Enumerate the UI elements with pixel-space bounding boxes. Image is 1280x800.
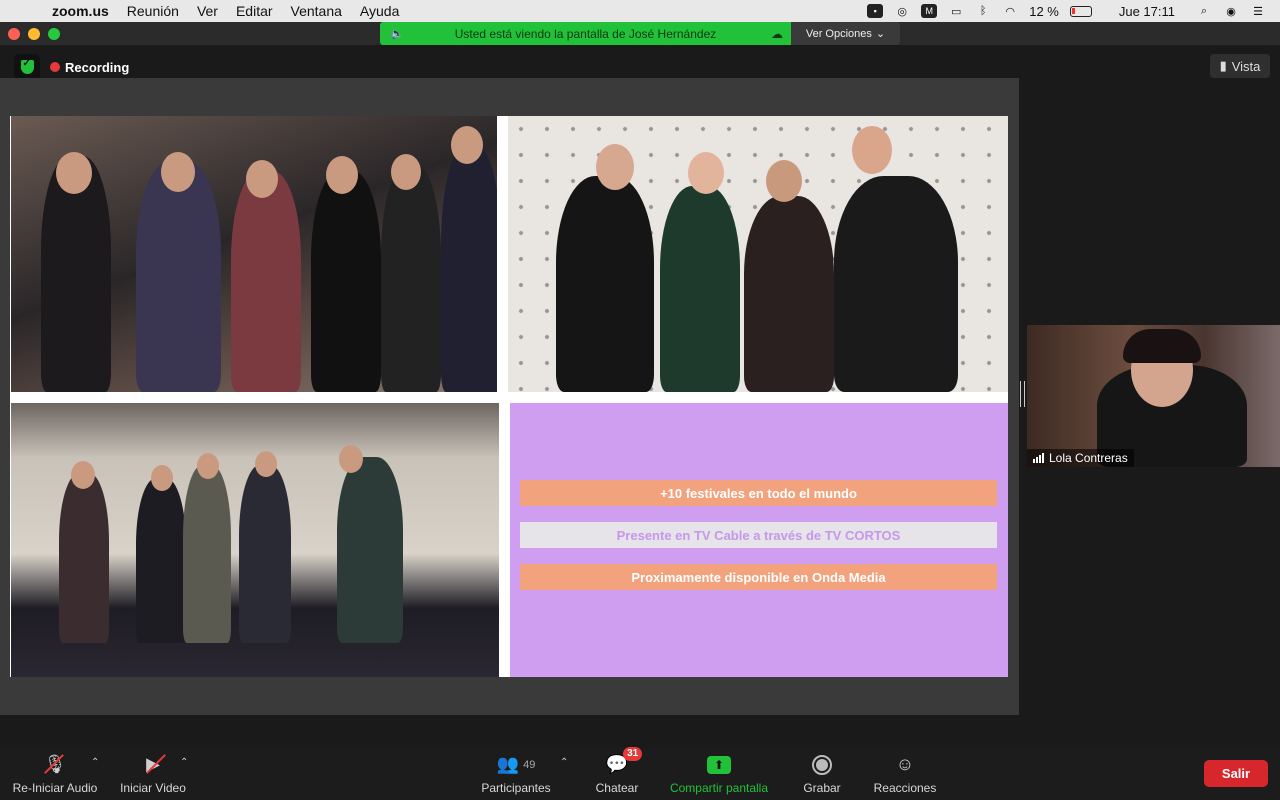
video-button[interactable]: ▶ Iniciar Video xyxy=(118,747,188,800)
video-camera-off-icon: ▶ xyxy=(146,753,160,777)
battery-icon[interactable] xyxy=(1069,5,1092,17)
creative-cloud-icon[interactable]: ◎ xyxy=(894,4,910,18)
airplay-icon[interactable]: ▭ xyxy=(948,4,964,18)
wifi-icon[interactable]: ◠ xyxy=(1002,4,1018,18)
clock[interactable]: Jue 17:11 xyxy=(1119,4,1175,19)
slide-info-panel: +10 festivales en todo el mundo Presente… xyxy=(510,403,1008,677)
participants-button[interactable]: 👥 49 Participantes xyxy=(476,747,556,800)
view-button-label: Vista xyxy=(1231,58,1261,74)
menu-ayuda[interactable]: Ayuda xyxy=(360,3,399,19)
speaker-icon: 🔈 xyxy=(390,28,404,40)
recording-label: Recording xyxy=(65,59,130,75)
zoom-tray-icon[interactable]: ▪ xyxy=(867,4,884,18)
battery-percent: 12 % xyxy=(1029,3,1059,19)
presentation-slide: +10 festivales en todo el mundo Presente… xyxy=(10,116,1008,677)
slide-bullet-onda-media: Proximamente disponible en Onda Media xyxy=(520,564,997,590)
panel-resize-handle[interactable] xyxy=(1020,381,1025,407)
window-titlebar: 🔈 Usted está viendo la pantalla de José … xyxy=(0,22,1280,45)
slide-bullet-tv-cable: Presente en TV Cable a través de TV CORT… xyxy=(520,522,997,548)
participants-icon: 👥 49 xyxy=(496,754,536,774)
record-icon xyxy=(812,754,832,775)
participants-options-chevron-icon[interactable]: ⌃ xyxy=(560,757,568,768)
siri-icon[interactable]: ◉ xyxy=(1223,4,1239,18)
fullscreen-window-button[interactable] xyxy=(48,28,60,40)
meeting-toolbar: 🎙 Re-Iniciar Audio ⌃ ▶ Iniciar Video ⌃ 👥… xyxy=(0,746,1280,800)
record-label: Grabar xyxy=(803,780,841,795)
menu-app-name[interactable]: zoom.us xyxy=(52,3,109,19)
menu-reunion[interactable]: Reunión xyxy=(127,3,179,19)
m-app-icon[interactable]: M xyxy=(921,4,938,18)
video-label: Iniciar Video xyxy=(120,780,186,795)
chevron-down-icon: ⌄ xyxy=(875,28,886,40)
share-screen-arrow-icon: ⬆ xyxy=(707,755,731,774)
video-options-chevron-icon[interactable]: ⌃ xyxy=(180,757,188,768)
share-screen-button[interactable]: ⬆ Compartir pantalla xyxy=(664,747,774,800)
audio-options-chevron-icon[interactable]: ⌃ xyxy=(91,757,99,768)
reactions-label: Reacciones xyxy=(873,780,937,795)
view-layout-icon: ▮ xyxy=(1219,58,1227,73)
close-window-button[interactable] xyxy=(8,28,20,40)
recording-indicator[interactable]: Recording xyxy=(50,60,129,75)
meeting-status-bar: Recording xyxy=(14,54,129,80)
photo-stage xyxy=(11,403,499,677)
connection-signal-icon xyxy=(1033,453,1044,463)
share-screen-label: Compartir pantalla xyxy=(669,780,769,795)
view-options-label: Ver Opciones xyxy=(805,27,872,40)
macos-menu-bar: zoom.us Reunión Ver Editar Ventana Ayuda… xyxy=(0,0,1280,22)
status-tray: ▪ ◎ M ▭ ᛒ ◠ 12 % Jue 17:11 ⌕ ◉ ☰ xyxy=(867,4,1266,19)
chat-unread-badge: 31 xyxy=(623,746,643,761)
photo-press-wall xyxy=(508,116,1008,392)
minimize-window-button[interactable] xyxy=(28,28,40,40)
recording-dot-icon xyxy=(50,62,60,72)
menu-editar[interactable]: Editar xyxy=(236,3,273,19)
participants-label: Participantes xyxy=(481,780,551,795)
spotlight-search-icon[interactable]: ⌕ xyxy=(1196,4,1212,18)
shared-screen: +10 festivales en todo el mundo Presente… xyxy=(0,78,1019,715)
participant-name-tag: Lola Contreras xyxy=(1027,449,1134,467)
control-center-icon[interactable]: ☰ xyxy=(1250,4,1266,18)
slide-bullet-festivals: +10 festivales en todo el mundo xyxy=(520,480,997,506)
reactions-button[interactable]: ☺ Reacciones xyxy=(870,747,940,800)
microphone-muted-icon: 🎙 xyxy=(44,753,67,777)
participant-name: Lola Contreras xyxy=(1049,451,1128,465)
chat-button[interactable]: 💬 31 Chatear xyxy=(592,746,643,800)
chat-label: Chatear xyxy=(595,780,639,795)
participant-video-tile[interactable]: Lola Contreras xyxy=(1027,325,1280,467)
audio-label: Re-Iniciar Audio xyxy=(12,780,98,795)
participants-count: 49 xyxy=(523,758,536,771)
bluetooth-icon[interactable]: ᛒ xyxy=(975,4,991,18)
chat-bubble-icon: 💬 31 xyxy=(606,746,643,777)
leave-meeting-button[interactable]: Salir xyxy=(1204,760,1268,787)
security-shield-icon[interactable] xyxy=(14,54,40,80)
view-button[interactable]: ▮ Vista xyxy=(1210,54,1270,78)
smiley-plus-icon: ☺ xyxy=(895,754,915,774)
menu-ventana[interactable]: Ventana xyxy=(291,3,342,19)
audio-button[interactable]: 🎙 Re-Iniciar Audio xyxy=(10,747,100,800)
photo-group-students xyxy=(11,116,497,392)
cloud-icon: ☁ xyxy=(771,26,783,41)
record-button[interactable]: Grabar xyxy=(798,747,846,800)
screen-share-banner: 🔈 Usted está viendo la pantalla de José … xyxy=(380,22,791,45)
view-options-button[interactable]: Ver Opciones ⌄ xyxy=(791,22,900,45)
share-banner-text: Usted está viendo la pantalla de José He… xyxy=(454,26,717,41)
meeting-area: Recording ▮ Vista xyxy=(0,45,1280,747)
menu-ver[interactable]: Ver xyxy=(197,3,218,19)
